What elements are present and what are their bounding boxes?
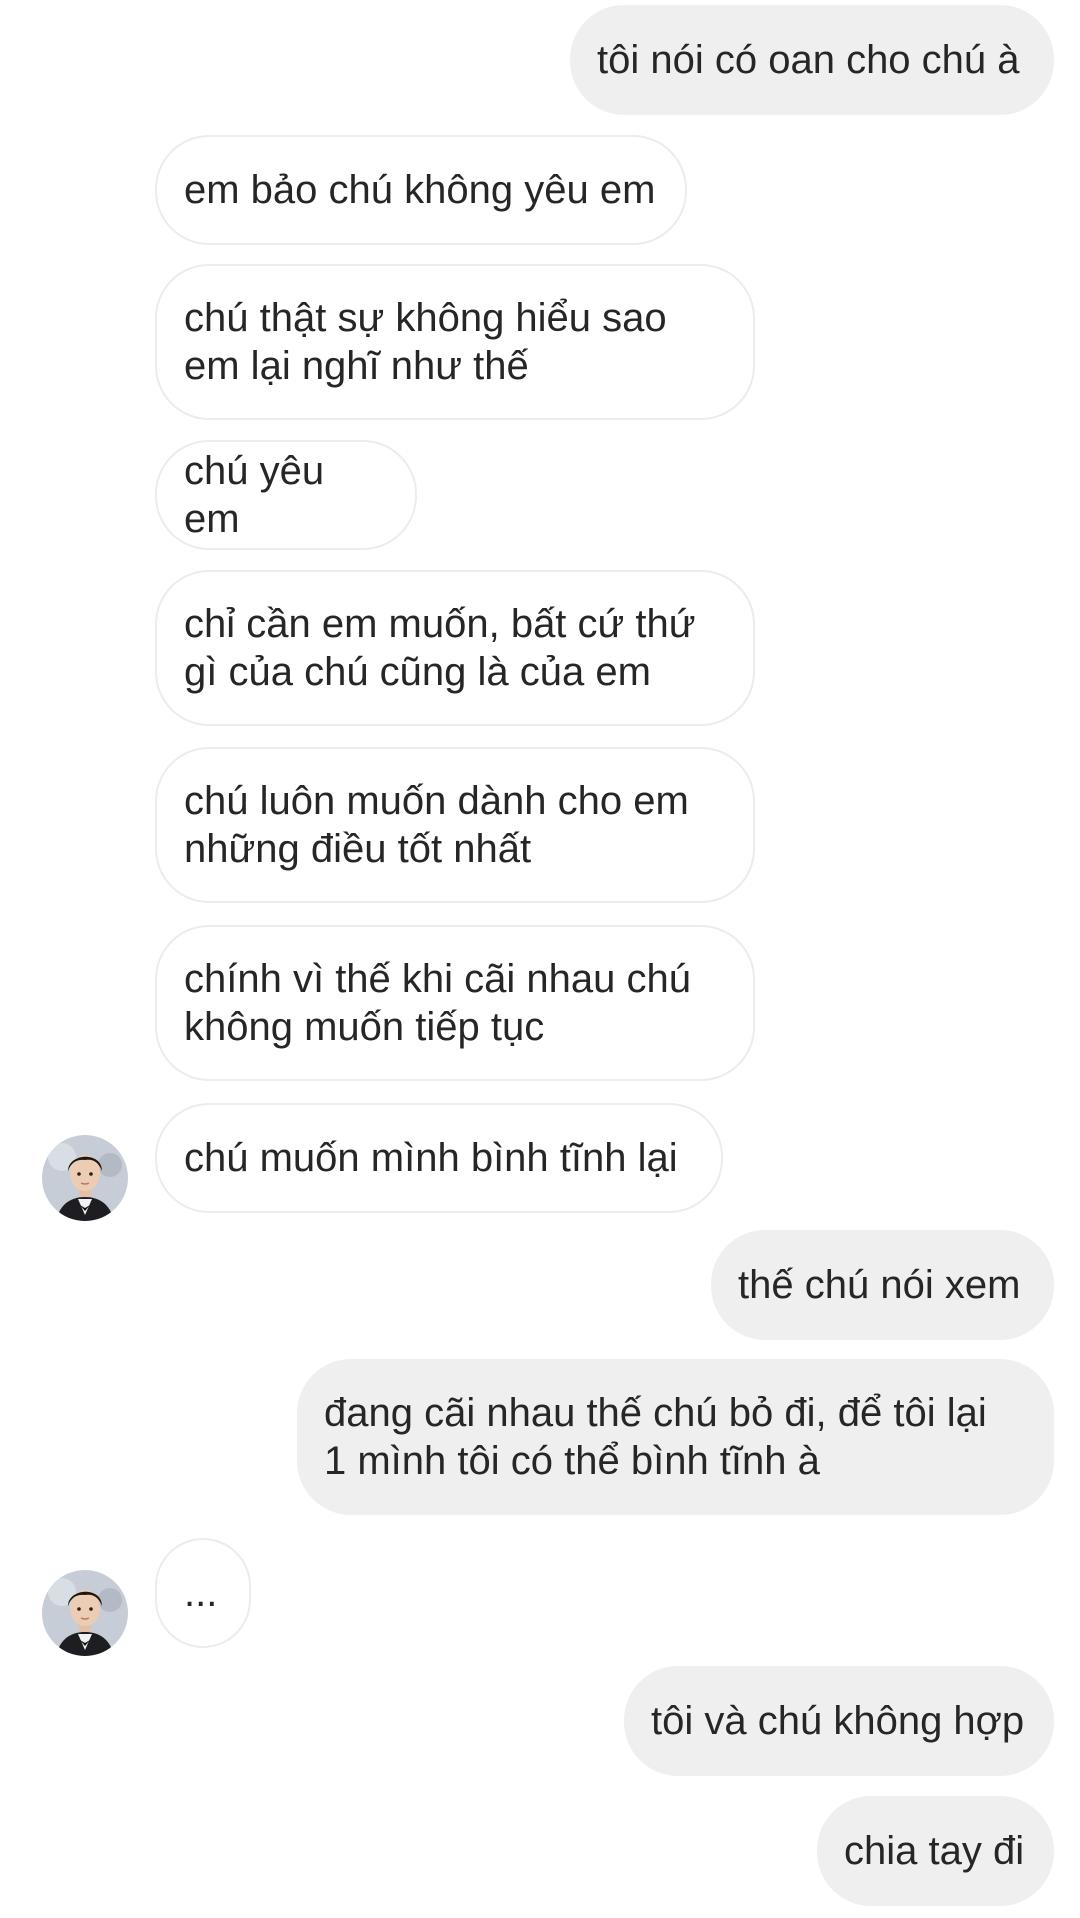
message-received[interactable]: chú yêu em	[155, 440, 417, 550]
message-received[interactable]: chính vì thế khi cãi nhau chú không muốn…	[155, 925, 755, 1081]
message-text: tôi và chú không hợp	[651, 1699, 1025, 1743]
message-text: em bảo chú không yêu em	[184, 168, 656, 212]
message-text: tôi nói có oan cho chú à	[597, 38, 1020, 82]
message-sent[interactable]: tôi và chú không hợp	[624, 1666, 1054, 1776]
message-text: chú yêu em	[184, 449, 336, 541]
profile-photo-icon	[42, 1135, 128, 1221]
message-text: chỉ cần em muốn, bất cứ thứ gì của chú c…	[184, 602, 696, 694]
message-sent[interactable]: chia tay đi	[817, 1796, 1054, 1906]
sender-avatar[interactable]	[42, 1570, 128, 1656]
message-text: chia tay đi	[844, 1829, 1025, 1873]
message-received[interactable]: chỉ cần em muốn, bất cứ thứ gì của chú c…	[155, 570, 755, 726]
message-text: thế chú nói xem	[738, 1263, 1021, 1307]
message-text: chú thật sự không hiểu sao em lại nghĩ n…	[184, 296, 667, 388]
message-text: chú luôn muốn dành cho em những điều tốt…	[184, 779, 689, 871]
message-sent[interactable]: đang cãi nhau thế chú bỏ đi, để tôi lại …	[297, 1359, 1054, 1515]
message-received[interactable]: chú muốn mình bình tĩnh lại	[155, 1103, 723, 1213]
message-received[interactable]: chú thật sự không hiểu sao em lại nghĩ n…	[155, 264, 755, 420]
message-text: ...	[184, 1571, 218, 1615]
message-sent[interactable]: tôi nói có oan cho chú à	[570, 5, 1054, 115]
message-text: chính vì thế khi cãi nhau chú không muốn…	[184, 957, 691, 1049]
message-text: đang cãi nhau thế chú bỏ đi, để tôi lại …	[324, 1391, 987, 1483]
sender-avatar[interactable]	[42, 1135, 128, 1221]
message-text: chú muốn mình bình tĩnh lại	[184, 1136, 678, 1180]
message-sent[interactable]: thế chú nói xem	[711, 1230, 1054, 1340]
profile-photo-icon	[42, 1570, 128, 1656]
message-received[interactable]: chú luôn muốn dành cho em những điều tốt…	[155, 747, 755, 903]
message-received[interactable]: em bảo chú không yêu em	[155, 135, 687, 245]
message-received[interactable]: ...	[155, 1538, 251, 1648]
